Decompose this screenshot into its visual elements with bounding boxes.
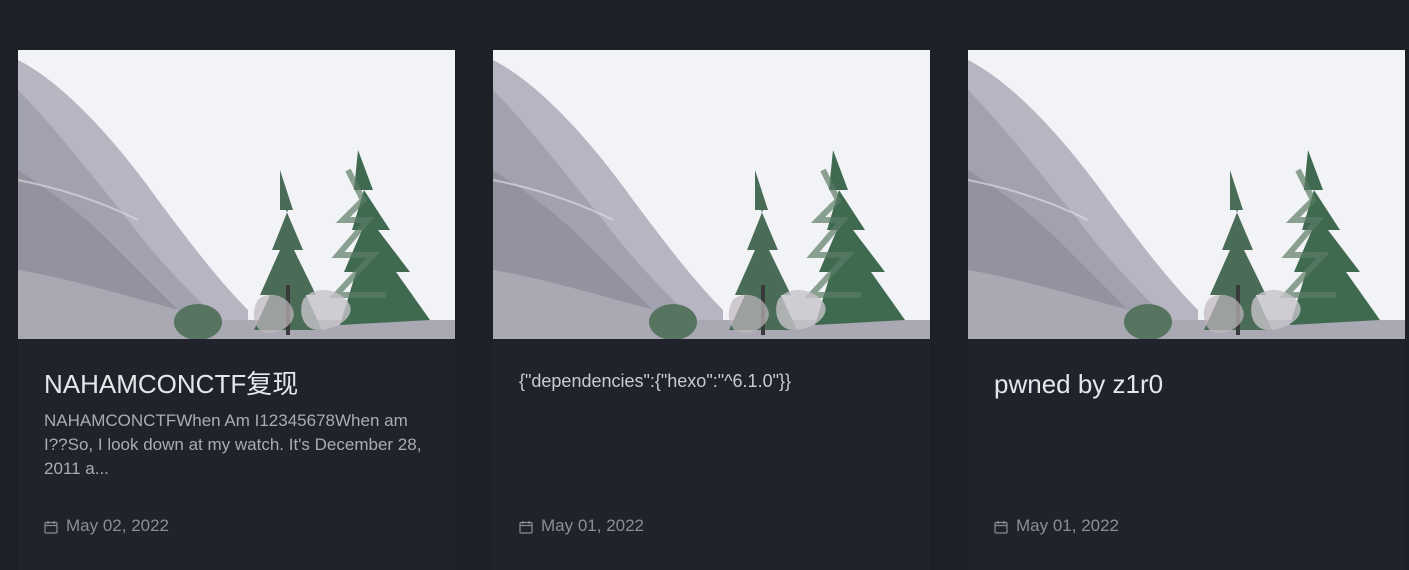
post-card[interactable]: NAHAMCONCTF复现 NAHAMCONCTFWhen Am I123456… [18, 50, 455, 570]
post-title[interactable]: pwned by z1r0 [994, 367, 1379, 401]
post-title[interactable]: NAHAMCONCTF复现 [44, 367, 429, 401]
post-cover-image [493, 50, 930, 339]
post-date-text: May 02, 2022 [66, 516, 170, 535]
post-date-text: May 01, 2022 [1016, 516, 1120, 535]
calendar-icon [994, 519, 1008, 534]
post-thumbnail[interactable] [18, 50, 455, 339]
post-date: May 02, 2022 [44, 516, 169, 536]
post-cover-image [968, 50, 1405, 339]
post-date-text: May 01, 2022 [541, 516, 645, 535]
calendar-icon [519, 519, 533, 534]
post-date: May 01, 2022 [994, 516, 1119, 536]
post-grid: NAHAMCONCTF复现 NAHAMCONCTFWhen Am I123456… [18, 50, 1405, 570]
post-excerpt: NAHAMCONCTFWhen Am I12345678When am I??S… [44, 411, 422, 478]
post-cover-image [18, 50, 455, 339]
post-card[interactable]: pwned by z1r0 May 01, 2022 [968, 50, 1405, 570]
post-date: May 01, 2022 [519, 516, 644, 536]
post-thumbnail[interactable] [968, 50, 1405, 339]
calendar-icon [44, 519, 58, 534]
post-card[interactable]: {"dependencies":{"hexo":"^6.1.0"}} May 0… [493, 50, 930, 570]
post-title[interactable]: {"dependencies":{"hexo":"^6.1.0"}} [519, 367, 904, 395]
post-thumbnail[interactable] [493, 50, 930, 339]
